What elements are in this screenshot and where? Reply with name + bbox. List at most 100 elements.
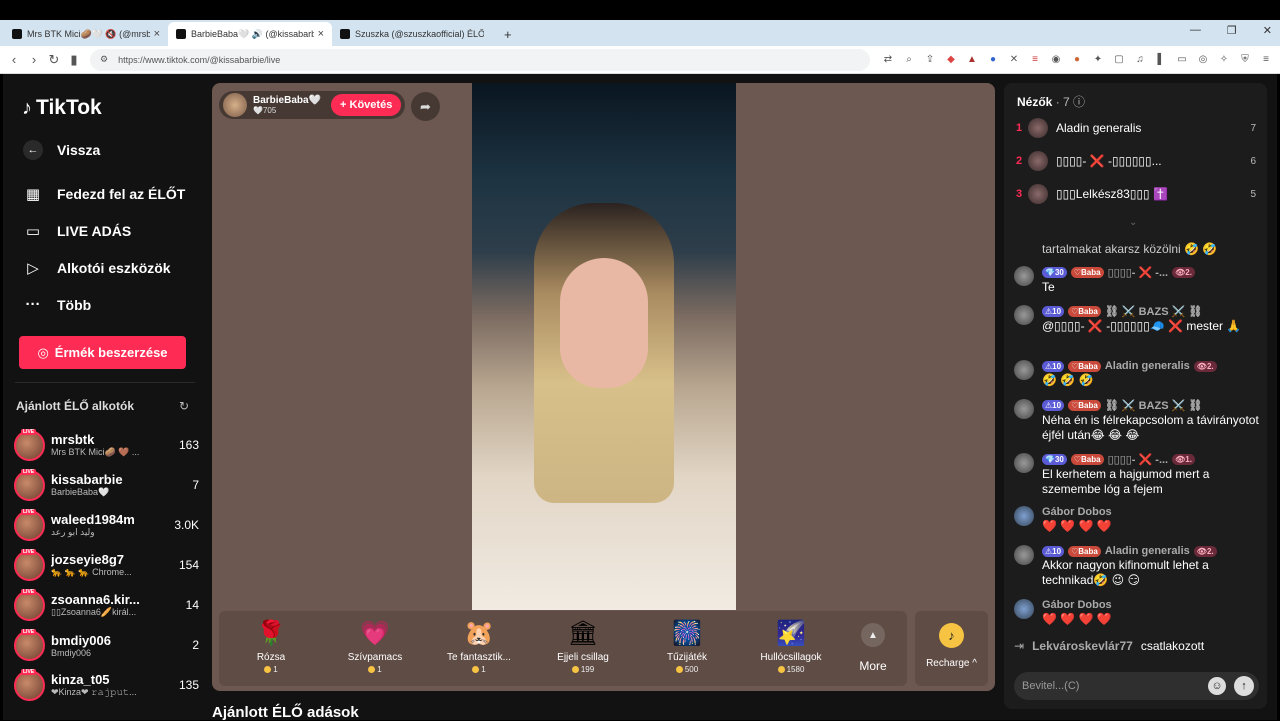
wallet-icon[interactable]: ▭ <box>1176 54 1188 65</box>
nav-explore-live[interactable]: ▦ Fedezd fel az ÉLŐT <box>23 185 185 203</box>
profile-icon[interactable]: ◎ <box>1197 54 1209 65</box>
rose-icon: 🌹 <box>256 620 286 647</box>
username[interactable]: ▯▯▯▯- ❌ -... <box>1108 266 1169 279</box>
tiktok-favicon-icon <box>12 29 22 39</box>
fan-badge: ♡Baba <box>1068 400 1101 411</box>
puzzle-icon[interactable]: ✦ <box>1092 54 1104 65</box>
chevron-down-icon[interactable]: ⌄ <box>1129 217 1137 228</box>
extension-b-icon[interactable]: ✕ <box>1008 54 1020 65</box>
site-info-icon[interactable]: ⚙ <box>100 54 108 65</box>
bookmark-icon[interactable]: ▮ <box>64 52 84 68</box>
viewer-rank: 1 <box>1016 122 1023 134</box>
tiktok-app: ♪ TikTok ← Vissza ▦ Fedezd fel az ÉLŐT ▭… <box>3 74 1277 721</box>
username[interactable]: ▯▯▯▯- ❌ -... <box>1108 453 1169 466</box>
avatar[interactable] <box>1014 266 1034 286</box>
maximize-button[interactable]: ❐ <box>1227 24 1237 37</box>
share-page-icon[interactable]: ⇪ <box>924 54 936 65</box>
username[interactable]: Gábor Dobos <box>1042 506 1112 518</box>
live-video[interactable] <box>472 83 736 610</box>
translate-icon[interactable]: ⇄ <box>882 54 894 65</box>
back-button[interactable]: ← Vissza <box>23 140 100 160</box>
avatar[interactable] <box>1014 305 1034 325</box>
gift-item[interactable]: 💗 Szívpamacs 1 <box>323 611 427 686</box>
coin-icon <box>264 666 272 673</box>
back-arrow-icon[interactable]: ‹ <box>4 52 24 67</box>
recharge-button[interactable]: ♪ Recharge ^ <box>915 611 988 686</box>
extension-d-icon[interactable]: ◉ <box>1050 54 1062 65</box>
username[interactable]: ⛓ ⚔️ BAZS ⚔️ ⛓ <box>1105 399 1203 412</box>
nav-more[interactable]: ··· Több <box>23 296 92 313</box>
creator-item[interactable]: LIVE mrsbtk Mrs BTK Mici🥔 🤎 ... 163 <box>14 426 199 464</box>
joined-username[interactable]: Lekvároskevlár77 <box>1032 639 1133 653</box>
username[interactable]: ⛓ ⚔️ BAZS ⚔️ ⛓ <box>1105 305 1203 318</box>
refresh-icon[interactable]: ↻ <box>179 399 189 413</box>
browser-tab-2[interactable]: BarbieBaba🤍 🔊 (@kissabarbie × <box>168 22 332 46</box>
avatar[interactable] <box>1014 545 1034 565</box>
rewards-icon[interactable]: ▲ <box>966 54 978 65</box>
host-avatar[interactable] <box>223 93 247 117</box>
top-viewer-row[interactable]: 3 ▯▯▯Lelkész83▯▯▯ ✝️ 5 <box>1016 183 1256 205</box>
ai-icon[interactable]: ✧ <box>1218 54 1230 65</box>
gift-item[interactable]: 🐹 Te fantasztik... 1 <box>427 611 531 686</box>
creator-item[interactable]: LIVE zsoanna6.kir... ▯▯Zsoanna6🥖királ... … <box>14 586 199 624</box>
reload-icon[interactable]: ↻ <box>44 52 64 68</box>
send-icon[interactable]: ↑ <box>1234 676 1254 696</box>
coin-icon <box>368 666 376 673</box>
top-viewer-row[interactable]: 1 Aladin generalis 7 <box>1016 117 1256 139</box>
avatar[interactable] <box>1014 599 1034 619</box>
creator-item[interactable]: LIVE bmdiy006 Bmdiy006 2 <box>14 626 199 664</box>
close-tab-icon[interactable]: × <box>318 28 324 40</box>
avatar[interactable] <box>1014 360 1034 380</box>
username[interactable]: Aladin generalis <box>1105 360 1190 372</box>
viewer-count: 163 <box>178 438 199 452</box>
get-coins-button[interactable]: ◎ Érmék beszerzése <box>19 336 186 369</box>
top-viewer-row[interactable]: 2 ▯▯▯▯- ❌ -▯▯▯▯▯▯... 6 <box>1016 150 1256 172</box>
gift-item[interactable]: 🎆 Tűzijáték 500 <box>635 611 739 686</box>
extension-a-icon[interactable]: ● <box>987 54 999 65</box>
creator-item[interactable]: LIVE kinza_t05 ❤Kinza❤ 𝚛𝚊𝚓𝚙𝚞𝚝... 135 <box>14 666 199 704</box>
vpn-icon[interactable]: ⛨ <box>1239 54 1251 65</box>
menu-icon[interactable]: ≡ <box>1260 54 1272 65</box>
url-field[interactable]: ⚙ https://www.tiktok.com/@kissabarbie/li… <box>90 48 870 71</box>
avatar[interactable] <box>1014 506 1034 526</box>
forward-arrow-icon[interactable]: › <box>24 52 44 67</box>
viewers-header[interactable]: Nézők · 7 ⓘ <box>1017 93 1085 110</box>
viewer-score: 6 <box>1250 155 1256 167</box>
info-icon[interactable]: ⓘ <box>1073 95 1085 109</box>
share-icon[interactable]: ➦ <box>411 92 440 121</box>
gift-item[interactable]: 🏛 Éjjeli csillag 199 <box>531 611 635 686</box>
browser-tab-1[interactable]: Mrs BTK Mici🥔🤍 🔇 (@mrsbtk × <box>4 22 168 46</box>
media-icon[interactable]: ♫ <box>1134 54 1146 65</box>
gift-price: 1 <box>264 665 278 674</box>
new-tab-button[interactable]: + <box>496 27 520 46</box>
creator-item[interactable]: LIVE kissabarbie BarbieBaba🤍 7 <box>14 466 199 504</box>
host-name[interactable]: BarbieBaba🤍 <box>253 95 321 106</box>
creator-item[interactable]: LIVE waleed1984m وليد ابو رعد 3.0K <box>14 506 199 544</box>
extension-c-icon[interactable]: ≡ <box>1029 54 1041 65</box>
tiktok-logo[interactable]: ♪ TikTok <box>22 96 102 120</box>
browser-tab-3[interactable]: Szuszka (@szuszkaofficial) ÉLŐ adás <box>332 22 496 46</box>
follow-button[interactable]: + Követés <box>331 94 402 116</box>
username[interactable]: Aladin generalis <box>1105 545 1190 557</box>
close-window-button[interactable]: ✕ <box>1263 24 1272 37</box>
minimize-button[interactable]: — <box>1190 24 1201 37</box>
more-gifts-button[interactable]: ▲ More <box>843 611 903 686</box>
message-text: tartalmakat akarsz közölni 🤣 🤣 <box>1042 242 1218 256</box>
gift-item[interactable]: 🌹 Rózsa 1 <box>219 611 323 686</box>
fan-badge: ♡Baba <box>1068 545 1101 557</box>
username[interactable]: Gábor Dobos <box>1042 599 1112 611</box>
nav-creator-tools[interactable]: ▷ Alkotói eszközök <box>23 259 170 277</box>
brave-shield-icon[interactable]: ◆ <box>945 54 957 65</box>
close-tab-icon[interactable]: × <box>154 28 160 40</box>
extension-f-icon[interactable]: ▢ <box>1113 54 1125 65</box>
sidebar-toggle-icon[interactable]: ▌ <box>1155 54 1167 65</box>
nav-go-live[interactable]: ▭ LIVE ADÁS <box>23 222 131 240</box>
creator-item[interactable]: LIVE jozseyie8g7 🐆 🐆 🐆 Chrome... 154 <box>14 546 199 584</box>
avatar[interactable] <box>1014 453 1034 473</box>
avatar[interactable] <box>1014 399 1034 419</box>
chat-input[interactable]: Bevitel...(C) ☺ ↑ <box>1014 672 1259 700</box>
zoom-icon[interactable]: ⌕ <box>903 54 915 65</box>
gift-item[interactable]: 🌠 Hullócsillagok 1580 <box>739 611 843 686</box>
extension-e-icon[interactable]: ● <box>1071 54 1083 65</box>
emoji-icon[interactable]: ☺ <box>1208 677 1226 695</box>
